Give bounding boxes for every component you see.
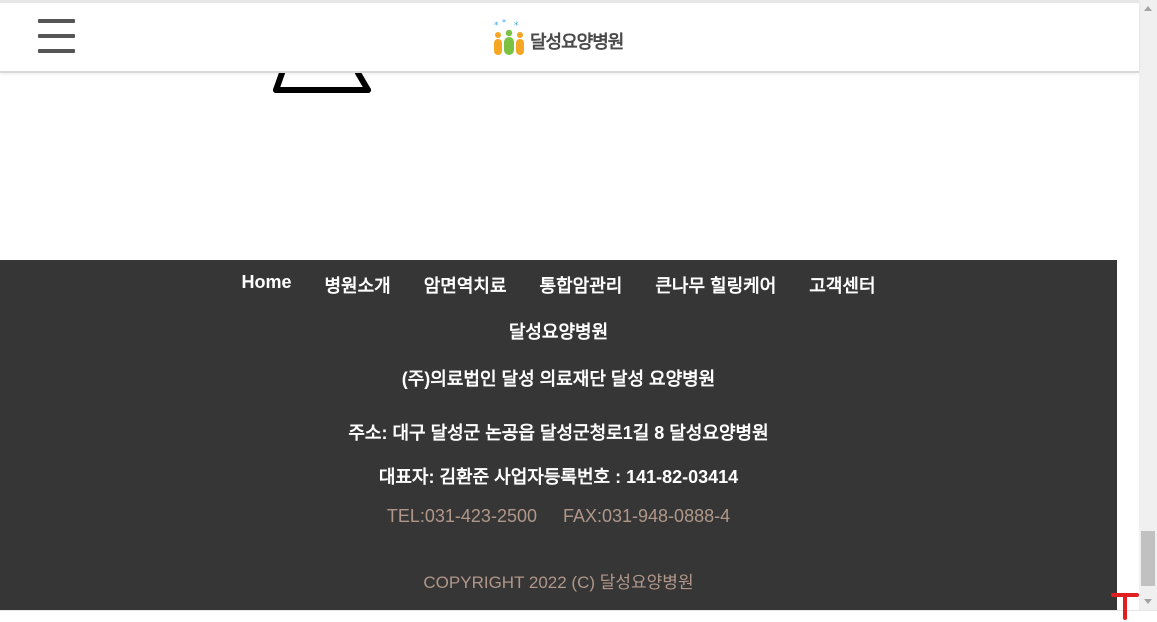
site-header: * * * 달성요양병원 bbox=[0, 0, 1139, 73]
site-logo[interactable]: * * * 달성요양병원 bbox=[492, 15, 624, 61]
footer-contact: TEL:031-423-2500 FAX:031-948-0888-4 bbox=[0, 506, 1117, 527]
scroll-down-button[interactable] bbox=[1139, 593, 1157, 610]
footer-nav-integrated-care[interactable]: 통합암관리 bbox=[540, 272, 623, 298]
footer-nav-customer-center[interactable]: 고객센터 bbox=[809, 272, 875, 298]
footer-nav-about[interactable]: 병원소개 bbox=[324, 272, 390, 298]
scroll-to-top-icon[interactable] bbox=[1110, 589, 1140, 621]
footer-hospital-name: 달성요양병원 bbox=[508, 322, 609, 342]
hamburger-menu-icon[interactable] bbox=[38, 17, 75, 57]
svg-text:*: * bbox=[502, 19, 506, 27]
footer-address: 주소: 대구 달성군 논공읍 달성군청로1길 8 달성요양병원 bbox=[348, 423, 769, 443]
main-content bbox=[0, 73, 1117, 260]
footer-nav: Home 병원소개 암면역치료 통합암관리 큰나무 힐링케어 고객센터 bbox=[0, 272, 1117, 298]
footer-corporation: (주)의료법인 달성 의료재단 달성 요양병원 bbox=[401, 369, 716, 389]
footer-nav-healing-care[interactable]: 큰나무 힐링케어 bbox=[655, 272, 776, 298]
scroll-up-icon bbox=[1144, 6, 1152, 11]
footer-representative: 대표자: 김환준 사업자등록번호 : 141-82-03414 bbox=[378, 467, 739, 487]
partial-graphic bbox=[273, 73, 371, 93]
footer-copyright: COPYRIGHT 2022 (C) 달성요양병원 bbox=[423, 573, 694, 592]
menu-bar bbox=[38, 34, 75, 38]
bottom-strip bbox=[0, 610, 1157, 622]
menu-bar bbox=[38, 49, 75, 53]
logo-text: 달성요양병원 bbox=[530, 32, 624, 53]
scroll-thumb[interactable] bbox=[1141, 531, 1155, 586]
footer-nav-home[interactable]: Home bbox=[241, 272, 291, 298]
footer-tel: TEL:031-423-2500 bbox=[386, 506, 537, 526]
svg-text:*: * bbox=[494, 21, 499, 31]
footer-fax: FAX:031-948-0888-4 bbox=[562, 506, 731, 526]
site-footer: Home 병원소개 암면역치료 통합암관리 큰나무 힐링케어 고객센터 달성요양… bbox=[0, 260, 1117, 610]
scroll-up-button[interactable] bbox=[1139, 0, 1157, 17]
scroll-down-icon bbox=[1144, 599, 1152, 604]
logo-icon: * * * bbox=[494, 19, 524, 55]
footer-nav-immunotherapy[interactable]: 암면역치료 bbox=[424, 272, 507, 298]
vertical-scrollbar[interactable] bbox=[1139, 0, 1157, 610]
svg-text:*: * bbox=[514, 21, 519, 31]
menu-bar bbox=[38, 19, 75, 23]
